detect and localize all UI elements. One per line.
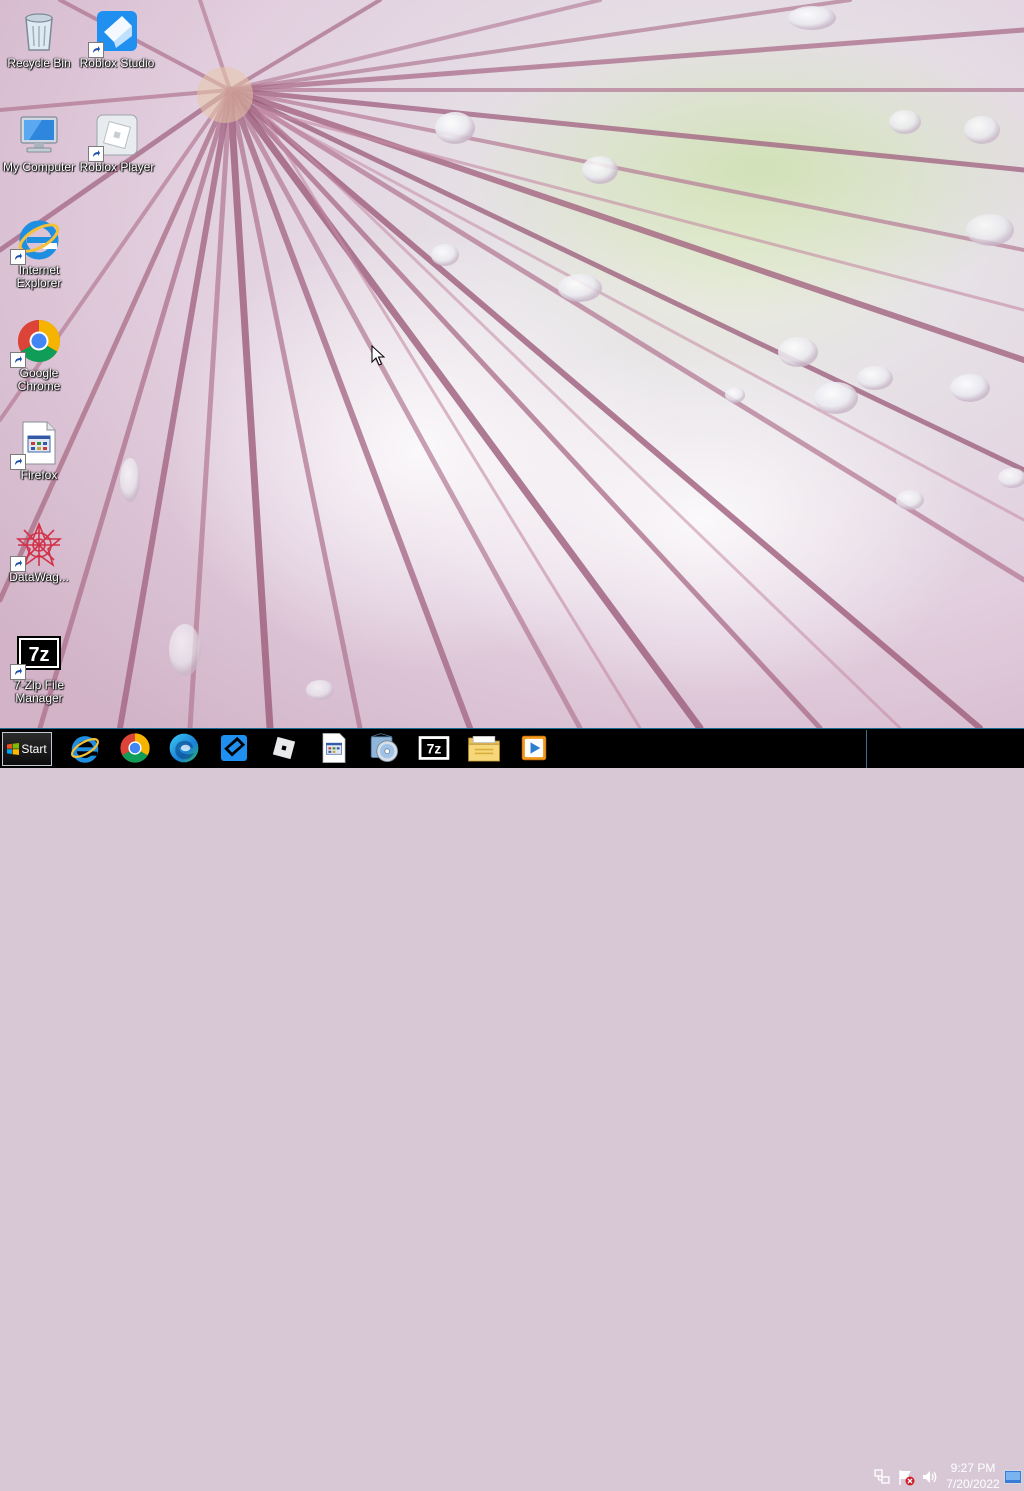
7zip-icon: 7z [10,630,62,680]
taskbar-pin-internet-explorer[interactable] [68,731,102,765]
shortcut-arrow-icon [88,146,104,162]
start-label: Start [21,742,47,756]
shortcut-arrow-icon [10,664,26,680]
desktop-icon-label: Firefox [20,468,58,482]
desktop-icon-internet-explorer[interactable]: Internet Explorer [0,211,78,303]
action-center-flag-icon[interactable] [897,1468,915,1486]
show-desktop-icon[interactable] [1004,1470,1022,1484]
taskbar-pin-roblox-studio[interactable] [217,731,251,765]
network-icon[interactable] [873,1468,891,1486]
edge-icon [169,733,199,763]
taskbar: Start 7z 9:27 PM 7/20/2022 [0,728,1024,1491]
file-explorer-icon [468,736,500,762]
taskbar-pin-media-player[interactable] [517,731,551,765]
desktop-icon-7zip[interactable]: 7z 7-Zip File Manager [0,626,78,718]
desktop-icon-datawag[interactable]: DataWag... [0,518,78,610]
recycle-bin-icon [16,8,62,54]
desktop-icon-roblox-studio[interactable]: Roblox Studio [78,4,156,96]
clock-date[interactable]: 7/20/2022 [940,1477,1006,1491]
roblox-player-icon [88,112,140,162]
system-tray [866,730,1024,768]
7zip-icon: 7z [418,736,450,760]
taskbar-pin-roblox-player[interactable] [267,731,301,765]
taskbar-pin-google-chrome[interactable] [118,731,152,765]
mouse-cursor-icon [371,345,385,366]
windows-logo-icon [7,743,20,755]
roblox-player-icon [272,736,296,760]
desktop-icon-label: Internet Explorer [16,263,62,290]
volume-icon[interactable] [921,1468,939,1486]
clock-time[interactable]: 9:27 PM [940,1461,1006,1475]
shortcut-arrow-icon [10,556,26,572]
app-window-icon [322,733,346,763]
internet-explorer-icon [10,215,62,265]
google-chrome-icon [120,733,150,763]
taskbar-pin-edge[interactable] [167,731,201,765]
desktop-icon-label: DataWag... [9,570,69,584]
desktop-icon-label: Google Chrome [17,366,61,393]
shortcut-arrow-icon [10,352,26,368]
desktop-icon-label: My Computer [2,160,76,174]
media-disc-icon [370,733,398,762]
my-computer-icon [16,112,62,158]
desktop-icon-roblox-player[interactable]: Roblox Player [78,108,156,200]
internet-explorer-icon [70,736,100,763]
desktop-icon-label: Roblox Player [79,160,155,174]
datawag-icon [10,522,62,572]
desktop-icon-recycle-bin[interactable]: Recycle Bin [0,4,78,96]
svg-text:7z: 7z [28,644,49,666]
roblox-studio-icon [220,734,248,762]
taskbar-pin-7zip[interactable]: 7z [417,731,451,765]
firefox-icon [10,420,62,470]
desktop-icon-label: Roblox Studio [79,56,155,70]
desktop-icon-label: Recycle Bin [7,56,71,70]
taskbar-pin-app-window[interactable] [317,731,351,765]
desktop-icon-google-chrome[interactable]: Google Chrome [0,314,78,406]
shortcut-arrow-icon [88,42,104,58]
shortcut-arrow-icon [10,454,26,470]
desktop-icon-my-computer[interactable]: My Computer [0,108,78,200]
taskbar-pin-media-disc[interactable] [367,731,401,765]
desktop-icon-firefox[interactable]: Firefox [0,416,78,508]
taskbar-pin-file-explorer[interactable] [467,731,501,765]
google-chrome-icon [10,318,62,368]
svg-text:7z: 7z [427,741,442,757]
roblox-studio-icon [88,8,140,58]
media-player-icon [521,735,547,761]
desktop-icon-label: 7-Zip File Manager [13,678,64,705]
start-button[interactable]: Start [2,732,52,766]
desktop[interactable]: Recycle Bin Roblox Studio My Computer Ro… [0,0,1024,728]
shortcut-arrow-icon [10,249,26,265]
